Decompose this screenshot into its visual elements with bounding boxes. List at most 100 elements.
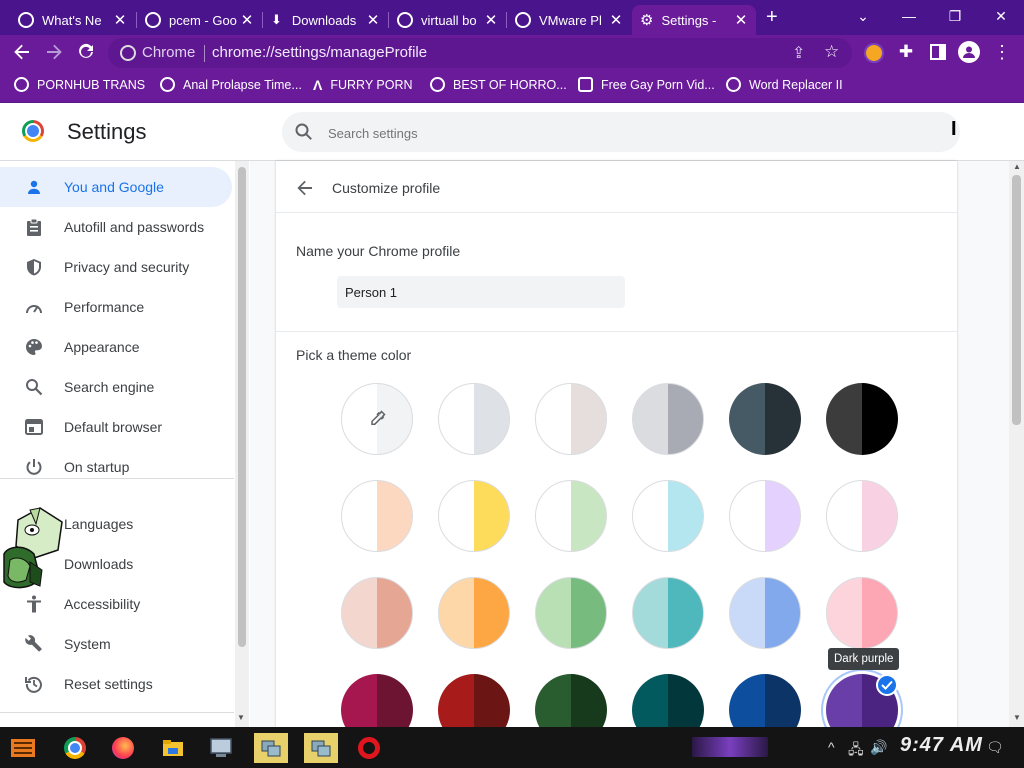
chrome-icon [120,45,136,61]
close-icon[interactable]: ✕ [732,11,750,29]
page-title: Settings [67,119,147,144]
vm-app-taskbar-icon[interactable] [304,733,338,763]
close-icon[interactable]: ✕ [607,11,625,29]
bookmark-item[interactable]: Word Replacer II [726,77,843,92]
share-icon[interactable]: ⇪ [792,43,805,63]
eyedropper-icon [371,410,386,425]
power-icon [24,457,44,477]
close-icon[interactable]: ✕ [111,11,129,29]
bookmark-item[interactable]: PORNHUB TRANS [14,77,145,92]
sidebar-item-on-startup[interactable]: On startup [0,447,232,487]
back-arrow-icon[interactable] [296,179,314,197]
theme-color-swatch[interactable] [535,577,607,649]
sidebar-item-appearance[interactable]: Appearance [0,327,232,367]
firefox-taskbar-icon[interactable] [108,733,138,763]
tab-pcem[interactable]: pcem - Goo ✕ [137,5,262,35]
scroll-up-arrow-icon[interactable]: ▲ [1013,162,1021,171]
custom-color-picker-button[interactable] [341,383,413,455]
bookmark-item[interactable]: Λ FURRY PORN [313,77,413,93]
theme-color-swatch[interactable] [632,480,704,552]
sidebar-item-privacy[interactable]: Privacy and security [0,247,232,287]
close-icon[interactable]: ✕ [238,11,256,29]
theme-color-swatch[interactable] [826,480,898,552]
close-icon[interactable]: ✕ [364,11,382,29]
tab-vmware[interactable]: VMware Pl ✕ [507,5,631,35]
theme-color-swatch[interactable] [438,480,510,552]
theme-color-swatch[interactable] [341,480,413,552]
tab-whats-new[interactable]: What's Ne ✕ [10,5,135,35]
bookmark-label: Free Gay Porn Vid... [601,77,715,92]
new-tab-button[interactable]: + [766,6,778,29]
reload-icon [79,43,93,58]
theme-color-swatch[interactable] [341,577,413,649]
theme-color-swatch[interactable] [438,383,510,455]
tab-search-chevron-icon[interactable]: ⌄ [840,0,886,32]
scroll-down-arrow-icon[interactable]: ▼ [237,713,245,722]
tab-virtualbox[interactable]: virtuall bo ✕ [389,5,506,35]
close-icon[interactable]: ✕ [482,11,500,29]
bookmark-star-icon[interactable]: ☆ [824,42,839,62]
url-text[interactable]: chrome://settings/manageProfile [212,44,427,61]
sidebar-item-autofill[interactable]: Autofill and passwords [0,207,232,247]
restore-button[interactable]: ❐ [932,0,978,32]
notification-icon[interactable]: 🗨 [986,739,1004,756]
file-explorer-taskbar-icon[interactable] [158,733,188,763]
vm-app-taskbar-icon[interactable] [254,733,288,763]
theme-color-swatch[interactable] [729,383,801,455]
taskbar: ^ 🖧 🔊 9:47 AM 🗨 [0,727,1024,768]
minimize-button[interactable]: — [886,0,932,32]
scroll-down-arrow-icon[interactable]: ▼ [1013,713,1021,722]
network-icon[interactable]: 🖧 [848,739,864,763]
sidebar-item-you-and-google[interactable]: You and Google [0,167,232,207]
volume-icon[interactable]: 🔊 [870,739,887,756]
main-scrollbar[interactable]: ▲ ▼ [1009,161,1024,727]
accessibility-icon [24,594,44,614]
menu-kebab-icon[interactable]: ⋮ [990,40,1014,64]
search-input[interactable] [326,122,890,144]
theme-color-swatch[interactable] [729,577,801,649]
back-button[interactable] [10,40,34,64]
address-bar[interactable]: Chrome chrome://settings/manageProfile ⇪… [108,38,852,68]
sidebar-item-label: Search engine [64,379,155,395]
sidebar-scrollbar[interactable]: ▼ [235,161,249,727]
bookmark-item[interactable]: Anal Prolapse Time... [160,77,302,92]
side-panel-icon[interactable] [926,40,950,64]
computer-taskbar-icon[interactable] [206,733,236,763]
sidebar-item-system[interactable]: System [0,624,232,664]
scrollbar-thumb[interactable] [238,167,246,647]
theme-color-swatch[interactable] [729,480,801,552]
theme-color-swatch[interactable] [632,577,704,649]
reload-button[interactable] [74,40,98,64]
sidebar-item-label: Languages [64,516,134,532]
sidebar-divider [0,712,234,713]
tray-chevron-icon[interactable]: ^ [828,739,835,755]
bookmark-item[interactable]: Free Gay Porn Vid... [578,77,715,92]
theme-color-swatch[interactable] [535,383,607,455]
taskbar-clock[interactable]: 9:47 AM [900,734,983,757]
search-box[interactable] [282,112,960,152]
theme-color-swatch[interactable] [535,480,607,552]
opera-taskbar-icon[interactable] [354,733,384,763]
theme-color-swatch[interactable] [632,383,704,455]
theme-color-swatch[interactable] [438,577,510,649]
sidebar-item-performance[interactable]: Performance [0,287,232,327]
sidebar-item-default-browser[interactable]: Default browser [0,407,232,447]
forward-button[interactable] [42,40,66,64]
start-button[interactable] [8,733,38,763]
theme-color-swatch[interactable] [826,383,898,455]
theme-color-swatch[interactable] [826,577,898,649]
tab-settings[interactable]: ⚙ Settings - ✕ [632,5,756,35]
tab-downloads[interactable]: ⬇ Downloads ✕ [263,5,388,35]
profile-name-input[interactable] [337,276,625,308]
sidebar-item-search-engine[interactable]: Search engine [0,367,232,407]
bookmark-label: Word Replacer II [749,77,843,92]
chrome-taskbar-icon[interactable] [60,733,90,763]
sidebar-item-reset-settings[interactable]: Reset settings [0,664,232,704]
scrollbar-thumb[interactable] [1012,175,1021,425]
clipboard-icon [24,217,44,237]
close-window-button[interactable]: ✕ [978,0,1024,32]
bookmark-item[interactable]: BEST OF HORRO... [430,77,567,92]
extension-avatar-icon[interactable] [864,43,884,63]
puzzle-icon[interactable]: ✚ [894,40,918,64]
profile-avatar-icon[interactable] [958,41,980,63]
